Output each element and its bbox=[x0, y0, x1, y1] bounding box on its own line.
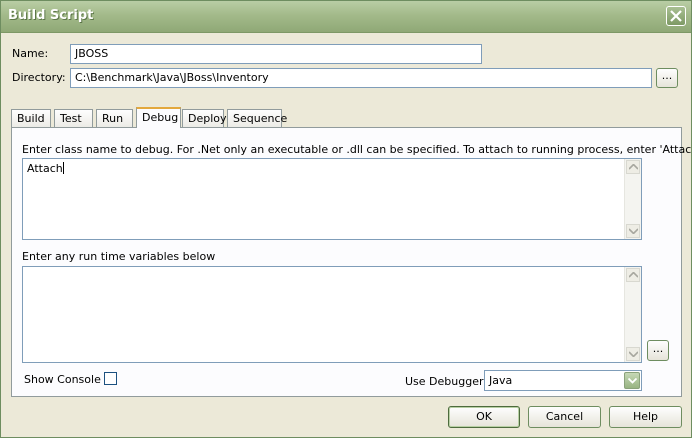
tab-build[interactable]: Build bbox=[11, 109, 51, 127]
scroll-down-icon bbox=[629, 351, 638, 357]
debugger-select-value: Java bbox=[489, 374, 513, 387]
variables-scrollbar[interactable] bbox=[624, 267, 641, 362]
chevron-down-icon bbox=[628, 378, 637, 384]
tab-sequence[interactable]: Sequence bbox=[227, 109, 287, 127]
scroll-up-button[interactable] bbox=[626, 268, 640, 282]
name-input[interactable]: JBOSS bbox=[70, 44, 482, 64]
text-cursor bbox=[62, 162, 64, 174]
scroll-up-button[interactable] bbox=[626, 160, 640, 174]
title-bar[interactable]: Build Script bbox=[1, 1, 691, 33]
directory-label: Directory: bbox=[12, 71, 66, 84]
window-title: Build Script bbox=[8, 8, 94, 23]
use-debugger-label: Use Debugger: bbox=[405, 375, 488, 388]
scroll-down-button[interactable] bbox=[626, 224, 640, 238]
build-script-dialog: Build Script Name: JBOSS Directory: C:\B… bbox=[0, 0, 692, 438]
directory-input[interactable]: C:\Benchmark\Java\JBoss\Inventory bbox=[70, 68, 652, 88]
debugger-dropdown-button[interactable] bbox=[624, 372, 640, 389]
help-button[interactable]: Help bbox=[609, 406, 682, 428]
tab-test[interactable]: Test bbox=[54, 109, 93, 127]
ok-button[interactable]: OK bbox=[448, 406, 520, 428]
debug-class-textarea[interactable]: Attach bbox=[22, 158, 642, 240]
show-console-checkbox[interactable] bbox=[104, 372, 117, 385]
variables-browse-button[interactable]: ... bbox=[647, 340, 669, 361]
tab-deploy[interactable]: Deploy bbox=[182, 109, 227, 127]
cancel-button[interactable]: Cancel bbox=[528, 406, 601, 428]
directory-browse-button[interactable]: ... bbox=[656, 68, 678, 88]
debug-class-scrollbar[interactable] bbox=[624, 159, 641, 239]
scroll-down-icon bbox=[629, 228, 638, 234]
scroll-up-icon bbox=[629, 272, 638, 278]
close-button[interactable] bbox=[666, 6, 686, 26]
close-icon bbox=[670, 10, 682, 22]
run-time-variables-textarea[interactable] bbox=[22, 266, 642, 363]
scroll-up-icon bbox=[629, 164, 638, 170]
debugger-select[interactable]: Java bbox=[484, 370, 642, 391]
show-console-label: Show Console bbox=[24, 373, 101, 386]
tab-run[interactable]: Run bbox=[96, 109, 133, 127]
name-label: Name: bbox=[12, 47, 49, 60]
class-name-prompt: Enter class name to debug. For .Net only… bbox=[22, 143, 692, 156]
tab-debug[interactable]: Debug bbox=[136, 107, 181, 128]
scroll-down-button[interactable] bbox=[626, 347, 640, 361]
debug-class-value: Attach bbox=[27, 162, 63, 175]
run-time-variables-prompt: Enter any run time variables below bbox=[22, 250, 216, 263]
